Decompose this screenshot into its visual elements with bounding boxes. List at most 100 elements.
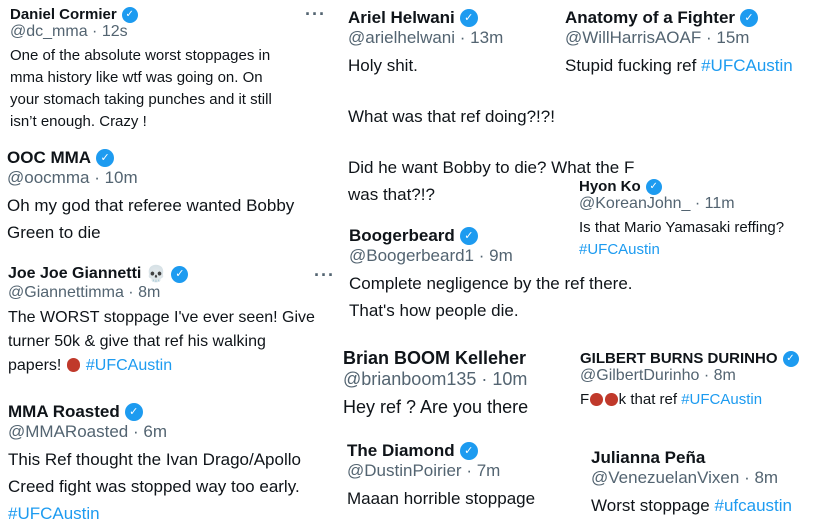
verified-badge-icon: ✓ [121,6,138,23]
tweet-time[interactable]: 7m [477,461,501,480]
author-name[interactable]: GILBERT BURNS DURINHO [580,350,778,367]
author-handle[interactable]: @brianboom135 [343,369,476,389]
author-handle[interactable]: @GilbertDurinho [580,367,699,384]
tweet-header: Daniel Cormier ✓ [10,6,330,23]
tweet-text: Is that Mario Yamasaki reffing? #UFCAust… [579,217,834,261]
tweet-text: Hey ref ? Are you there [343,397,529,417]
verified-badge-icon: ✓ [96,149,115,167]
tweet-time[interactable]: 8m [138,284,160,301]
tweet-anatomy-of-a-fighter[interactable]: Anatomy of a Fighter ✓ @WillHarrisAOAF ·… [565,8,835,79]
tweet-meta: @VenezuelanVixen · 8m [591,468,779,487]
tweet-time[interactable]: 10m [492,369,527,389]
tweet-text: The WORST stoppage I've ever seen! Give … [8,309,315,374]
verified-badge-icon: ✓ [124,403,143,421]
tweet-header: Joe Joe Giannetti 💀 ✓ [8,264,338,284]
tweet-the-diamond[interactable]: The Diamond ✓ @DustinPoirier · 7m Maaan … [347,441,577,512]
author-name[interactable]: Boogerbeard [349,226,455,246]
tweet-time[interactable]: 6m [143,422,167,441]
tweet-header: Brian BOOM Kelleher [343,348,573,369]
tweet-meta: @DustinPoirier · 7m [347,461,501,480]
tweet-brian-boom-kelleher[interactable]: Brian BOOM Kelleher @brianboom135 · 10m … [343,348,573,421]
tweet-text: Fk that ref #UFCAustin [580,391,763,408]
tweet-meta: @MMARoasted · 6m [8,422,167,441]
tweet-meta: @arielhelwani · 13m [348,28,504,47]
author-handle[interactable]: @MMARoasted [8,422,128,441]
author-name[interactable]: Joe Joe Giannetti [8,265,141,283]
tweet-hyon-ko[interactable]: Hyon Ko ✓ @KoreanJohn_ · 11m Is that Mar… [579,178,834,261]
verified-badge-icon: ✓ [782,350,799,367]
tweet-meta: @brianboom135 · 10m [343,369,528,389]
author-handle[interactable]: @VenezuelanVixen [591,468,739,487]
author-handle[interactable]: @dc_mma [10,23,88,40]
tweet-time[interactable]: 11m [705,195,735,212]
author-handle[interactable]: @Boogerbeard1 [349,246,474,265]
hashtag-link[interactable]: #ufcaustin [715,496,793,515]
tweet-time[interactable]: 13m [470,28,503,47]
verified-badge-icon: ✓ [459,9,478,27]
tweet-daniel-cormier[interactable]: Daniel Cormier ✓ @dc_mma · 12s One of th… [10,6,330,133]
tweet-text: Oh my god that referee wanted Bobby Gree… [7,196,295,242]
tweet-text: One of the absolute worst stoppages in m… [10,47,272,130]
author-name[interactable]: The Diamond [347,441,455,461]
tweet-ariel-helwani[interactable]: Ariel Helwani ✓ @arielhelwani · 13m Holy… [348,8,635,208]
verified-badge-icon: ✓ [171,265,189,283]
tweet-text: Stupid fucking ref #UFCAustin [565,56,793,75]
author-name[interactable]: Julianna Peña [591,448,705,468]
tweet-joe-joe-giannetti[interactable]: Joe Joe Giannetti 💀 ✓ @Giannettimma · 8m… [8,264,338,378]
more-options-icon[interactable]: ··· [305,4,326,25]
angry-face-emoji-icon [66,358,81,372]
verified-badge-icon: ✓ [459,227,478,245]
hashtag-link[interactable]: #UFCAustin [701,56,793,75]
skull-emoji-icon: 💀 [146,266,167,283]
tweet-time[interactable]: 9m [489,246,513,265]
hashtag-link[interactable]: #UFCAustin [681,391,762,408]
tweet-header: Ariel Helwani ✓ [348,8,568,28]
tweet-text: This Ref thought the Ivan Drago/Apollo C… [8,446,338,527]
tweet-gilbert-burns[interactable]: GILBERT BURNS DURINHO ✓ @GilbertDurinho … [580,350,835,411]
tweet-time[interactable]: 8m [714,367,736,384]
tweet-text: Maaan horrible stoppage [347,489,536,508]
author-name[interactable]: Anatomy of a Fighter [565,8,735,28]
author-handle[interactable]: @DustinPoirier [347,461,462,480]
verified-badge-icon: ✓ [459,442,478,460]
tweet-julianna-pena[interactable]: Julianna Peña @VenezuelanVixen · 8m Wors… [591,448,836,519]
author-name[interactable]: Ariel Helwani [348,8,455,28]
author-name[interactable]: Daniel Cormier [10,6,117,23]
author-handle[interactable]: @WillHarrisAOAF [565,28,701,47]
author-handle[interactable]: @Giannettimma [8,284,124,301]
hashtag-link[interactable]: #UFCAustin [86,357,172,374]
tweet-header: Hyon Ko ✓ [579,178,834,195]
angry-face-emoji-icon [604,393,618,406]
tweet-time[interactable]: 8m [754,468,778,487]
tweet-time[interactable]: 15m [716,28,749,47]
tweet-time[interactable]: 12s [102,23,128,40]
tweet-header: Julianna Peña [591,448,836,468]
author-handle[interactable]: @oocmma [7,168,89,187]
tweet-time[interactable]: 10m [105,168,138,187]
author-name[interactable]: Hyon Ko [579,178,641,195]
author-name[interactable]: MMA Roasted [8,402,120,422]
tweet-text: Holy shit. What was that ref doing?!?! D… [348,56,635,204]
tweet-meta: @KoreanJohn_ · 11m [579,195,735,212]
angry-face-emoji-icon [590,393,603,406]
tweet-meta: @GilbertDurinho · 8m [580,367,736,384]
tweet-ooc-mma[interactable]: OOC MMA ✓ @oocmma · 10m Oh my god that r… [7,148,337,246]
tweet-meta: @WillHarrisAOAF · 15m [565,28,750,47]
tweet-header: MMA Roasted ✓ [8,402,338,422]
tweet-mma-roasted[interactable]: MMA Roasted ✓ @MMARoasted · 6m This Ref … [8,402,338,527]
tweet-text: Worst stoppage #ufcaustin [591,496,793,515]
tweet-header: GILBERT BURNS DURINHO ✓ [580,350,835,367]
author-name[interactable]: Brian BOOM Kelleher [343,348,526,369]
tweet-text: Complete negligence by the ref there. Th… [349,274,633,320]
author-handle[interactable]: @arielhelwani [348,28,455,47]
more-options-icon[interactable]: ··· [314,265,335,286]
tweet-header: OOC MMA ✓ [7,148,337,168]
hashtag-link[interactable]: #UFCAustin [579,239,834,261]
author-handle[interactable]: @KoreanJohn_ [579,195,690,212]
author-name[interactable]: OOC MMA [7,148,91,168]
tweet-header: The Diamond ✓ [347,441,577,461]
tweet-meta: @Giannettimma · 8m [8,284,161,301]
tweet-meta: @oocmma · 10m [7,168,138,187]
hashtag-link[interactable]: #UFCAustin [8,500,338,527]
tweet-meta: @dc_mma · 12s [10,23,128,40]
